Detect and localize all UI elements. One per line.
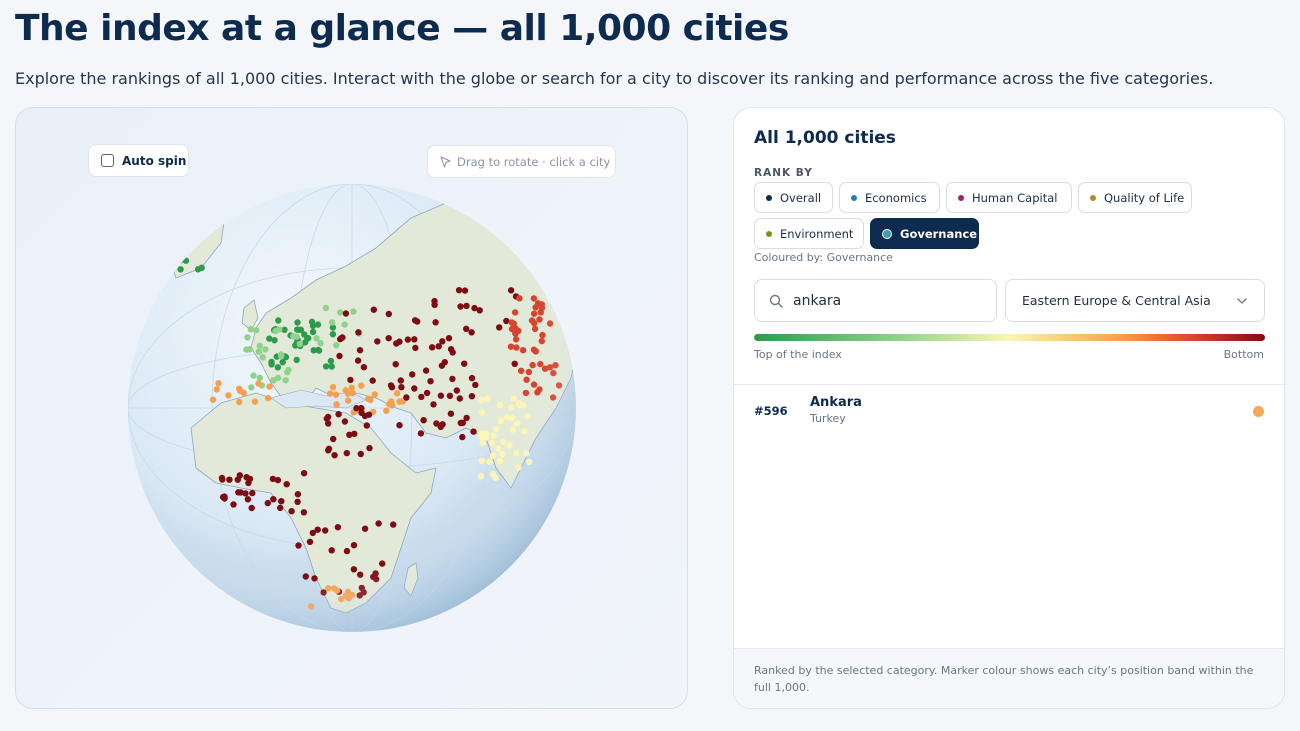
divider: [734, 384, 1284, 385]
category-label: Environment: [780, 226, 854, 241]
result-city: Ankara: [810, 395, 862, 410]
category-pill-quality-of-life[interactable]: Quality of Life: [1078, 182, 1192, 213]
city-search-input[interactable]: ankara: [754, 279, 997, 322]
category-pill-human-capital[interactable]: Human Capital: [946, 182, 1072, 213]
rotate-hint-text: Drag to rotate · click a city: [457, 154, 611, 169]
search-icon: [769, 294, 783, 308]
category-label: Economics: [865, 190, 927, 205]
cursor-icon: [440, 155, 451, 168]
result-row[interactable]: #596 Ankara Turkey: [734, 388, 1284, 432]
legend-top-label: Top of the index: [754, 348, 842, 361]
category-pill-economics[interactable]: Economics: [839, 182, 940, 213]
legend-bottom-label: Bottom: [1223, 348, 1264, 361]
globe-shading: [128, 184, 576, 632]
governance-dot-icon: [882, 228, 892, 239]
city-marker[interactable]: [179, 251, 186, 258]
region-select-value: Eastern Europe & Central Asia: [1022, 293, 1211, 308]
category-pill-overall[interactable]: Overall: [754, 182, 833, 213]
coloured-by-note: Coloured by: Governance: [754, 251, 893, 264]
auto-spin-checkbox[interactable]: [101, 154, 114, 167]
color-scale-bar: [754, 334, 1265, 341]
page-subtitle: Explore the rankings of all 1,000 cities…: [15, 69, 1214, 88]
rank-by-label: RANK BY: [754, 167, 813, 179]
panel-footer-note: Ranked by the selected category. Marker …: [734, 648, 1284, 708]
auto-spin-label: Auto spin: [122, 153, 187, 168]
economics-dot-icon: [851, 194, 857, 201]
rotate-hint: Drag to rotate · click a city: [427, 145, 616, 178]
globe-map[interactable]: [16, 108, 688, 709]
category-pill-environment[interactable]: Environment: [754, 218, 864, 249]
overall-dot-icon: [766, 194, 772, 201]
globe-panel[interactable]: Auto spin Drag to rotate · click a city: [15, 107, 688, 709]
city-list-panel: All 1,000 cities RANK BY Overall Economi…: [733, 107, 1285, 709]
result-band-dot: [1253, 406, 1264, 417]
page-title: The index at a glance — all 1,000 cities: [15, 8, 789, 49]
panel-title: All 1,000 cities: [754, 128, 896, 148]
result-rank: #596: [754, 404, 788, 418]
category-pill-governance[interactable]: Governance: [870, 218, 979, 249]
region-select[interactable]: Eastern Europe & Central Asia: [1005, 279, 1265, 322]
environment-dot-icon: [766, 230, 772, 237]
quality-of-life-dot-icon: [1090, 194, 1096, 201]
human-capital-dot-icon: [958, 194, 964, 201]
chevron-down-icon: [1237, 297, 1247, 304]
auto-spin-toggle[interactable]: Auto spin: [88, 144, 189, 177]
category-label: Quality of Life: [1104, 190, 1185, 205]
category-label: Overall: [780, 190, 822, 205]
result-country: Turkey: [810, 412, 846, 425]
category-label: Governance: [900, 226, 978, 241]
search-value: ankara: [793, 292, 842, 309]
category-label: Human Capital: [972, 190, 1058, 205]
